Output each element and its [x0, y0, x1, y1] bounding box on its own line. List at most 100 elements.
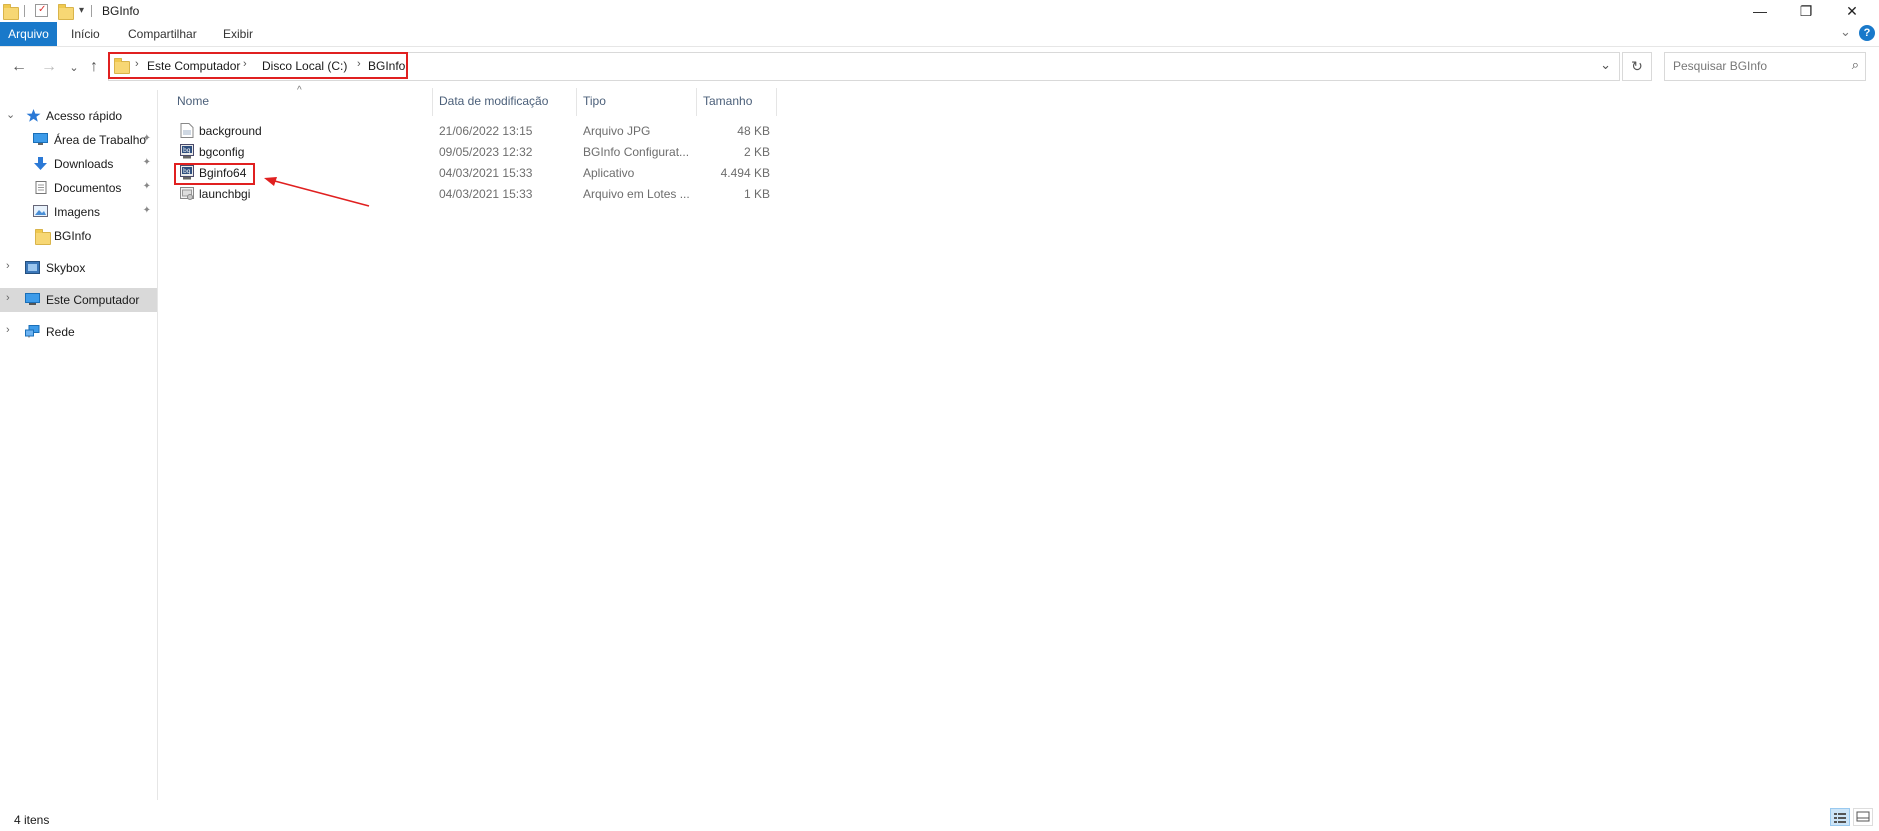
sidebar-item-imagens[interactable]: Imagens ✦ [0, 200, 157, 224]
file-name[interactable]: background [199, 124, 262, 138]
column-divider[interactable] [696, 88, 697, 116]
file-size: 1 KB [743, 187, 770, 201]
column-header-date[interactable]: Data de modificação [439, 94, 548, 114]
star-icon [26, 109, 41, 122]
batch-file-icon [180, 187, 194, 200]
title-bar: ✓ ▾ BGInfo — ❐ ✕ [0, 0, 1879, 22]
file-date: 09/05/2023 12:32 [439, 145, 533, 159]
address-dropdown-icon[interactable]: ⌄ [1600, 57, 1611, 73]
column-header-name[interactable]: Nome [177, 94, 209, 114]
status-bar: 4 itens [0, 810, 1879, 831]
file-size: 2 KB [743, 145, 770, 159]
file-date: 04/03/2021 15:33 [439, 187, 533, 201]
quick-access-separator [24, 5, 25, 17]
sidebar-item-bginfo[interactable]: BGInfo [0, 224, 157, 248]
sidebar-item-skybox[interactable]: › Skybox [0, 256, 157, 280]
column-divider[interactable] [576, 88, 577, 116]
expanded-chevron-icon[interactable]: ⌄ [6, 108, 15, 121]
annotation-arrow [264, 177, 370, 207]
bginfo-config-icon: bg [180, 144, 194, 159]
image-file-icon [180, 123, 194, 138]
details-view-button[interactable] [1830, 808, 1850, 826]
collapsed-chevron-icon[interactable]: › [6, 260, 10, 272]
collapsed-chevron-icon[interactable]: › [6, 292, 10, 304]
file-row-background[interactable]: background 21/06/2022 13:15 Arquivo JPG … [175, 121, 775, 141]
sidebar-item-este-computador[interactable]: › Este Computador [0, 288, 157, 312]
file-size: 48 KB [737, 124, 770, 138]
details-view-icon [1834, 813, 1846, 823]
pin-icon: ✦ [142, 205, 151, 216]
properties-icon[interactable]: ✓ [35, 4, 48, 17]
app-icon [25, 261, 40, 274]
item-count: 4 itens [14, 813, 50, 827]
tab-arquivo[interactable]: Arquivo [0, 22, 57, 46]
sidebar-item-label: Este Computador [46, 293, 140, 307]
search-icon[interactable]: ⌕ [1852, 57, 1859, 73]
collapsed-chevron-icon[interactable]: › [6, 324, 10, 336]
up-button[interactable]: ↑ [83, 52, 105, 82]
pin-icon: ✦ [142, 181, 151, 192]
close-button[interactable]: ✕ [1829, 0, 1875, 22]
file-name[interactable]: bgconfig [199, 145, 244, 159]
column-divider[interactable] [776, 88, 777, 116]
large-icons-view-icon [1856, 811, 1870, 822]
bginfo64-highlight-box [174, 163, 255, 185]
sidebar-item-label: Área de Trabalho [54, 133, 147, 147]
tab-compartilhar[interactable]: Compartilhar [128, 22, 197, 46]
file-row-bgconfig[interactable]: bg bgconfig 09/05/2023 12:32 BGInfo Conf… [175, 142, 775, 162]
column-divider[interactable] [432, 88, 433, 116]
large-icons-view-button[interactable] [1853, 808, 1873, 826]
ribbon-tabs: Arquivo Início Compartilhar Exibir ⌄ ? [0, 22, 1879, 47]
help-icon[interactable]: ? [1859, 25, 1875, 41]
title-separator [91, 5, 92, 17]
back-button[interactable]: ← [8, 52, 30, 82]
sidebar-item-documentos[interactable]: Documentos ✦ [0, 176, 157, 200]
search-placeholder: Pesquisar BGInfo [1673, 59, 1768, 73]
file-date: 04/03/2021 15:33 [439, 166, 533, 180]
sidebar-item-area-de-trabalho[interactable]: Área de Trabalho ✦ [0, 128, 157, 152]
sidebar-item-label: Acesso rápido [46, 109, 123, 123]
search-input[interactable]: Pesquisar BGInfo ⌕ [1664, 52, 1866, 81]
sidebar-item-acesso-rapido[interactable]: ⌄ Acesso rápido [0, 104, 157, 128]
sidebar-item-label: Rede [46, 325, 75, 339]
pin-icon: ✦ [142, 157, 151, 168]
minimize-button[interactable]: — [1737, 0, 1783, 22]
restore-button[interactable]: ❐ [1783, 0, 1829, 22]
file-name[interactable]: launchbgi [199, 187, 250, 201]
new-folder-icon[interactable] [58, 4, 74, 20]
document-icon [35, 181, 47, 194]
file-date: 21/06/2022 13:15 [439, 124, 533, 138]
expand-ribbon-icon[interactable]: ⌄ [1840, 24, 1851, 40]
column-header-size[interactable]: Tamanho [703, 94, 752, 114]
file-type: BGInfo Configurat... [583, 145, 690, 159]
tab-inicio[interactable]: Início [71, 22, 100, 46]
column-header-type[interactable]: Tipo [583, 94, 606, 114]
forward-button[interactable]: → [38, 52, 60, 82]
file-type: Arquivo JPG [583, 124, 651, 138]
tab-exibir[interactable]: Exibir [223, 22, 253, 46]
computer-icon [25, 293, 40, 305]
sidebar-item-label: Skybox [46, 261, 86, 275]
window-title: BGInfo [102, 4, 140, 18]
file-type: Aplicativo [583, 166, 635, 180]
address-highlight-box [108, 52, 408, 79]
navigation-pane: ⌄ Acesso rápido Área de Trabalho ✦ Downl… [0, 90, 158, 800]
file-type: Arquivo em Lotes ... [583, 187, 690, 201]
sidebar-item-label: Imagens [54, 205, 101, 219]
sidebar-item-downloads[interactable]: Downloads ✦ [0, 152, 157, 176]
sidebar-item-label: Documentos [54, 181, 122, 195]
refresh-button[interactable]: ↻ [1622, 52, 1652, 81]
sidebar-item-rede[interactable]: › Rede [0, 320, 157, 344]
sort-indicator-icon: ^ [297, 85, 302, 96]
recent-locations-button[interactable]: ⌄ [63, 52, 85, 82]
image-icon [33, 205, 48, 217]
app-folder-icon [3, 4, 19, 20]
sidebar-item-label: Downloads [54, 157, 114, 171]
sidebar-item-label: BGInfo [54, 229, 92, 243]
svg-text:bg: bg [183, 147, 191, 154]
network-icon [25, 325, 40, 338]
file-size: 4.494 KB [720, 166, 770, 180]
download-arrow-icon [34, 157, 47, 170]
desktop-icon [33, 133, 48, 145]
customize-toolbar-icon[interactable]: ▾ [79, 5, 84, 16]
